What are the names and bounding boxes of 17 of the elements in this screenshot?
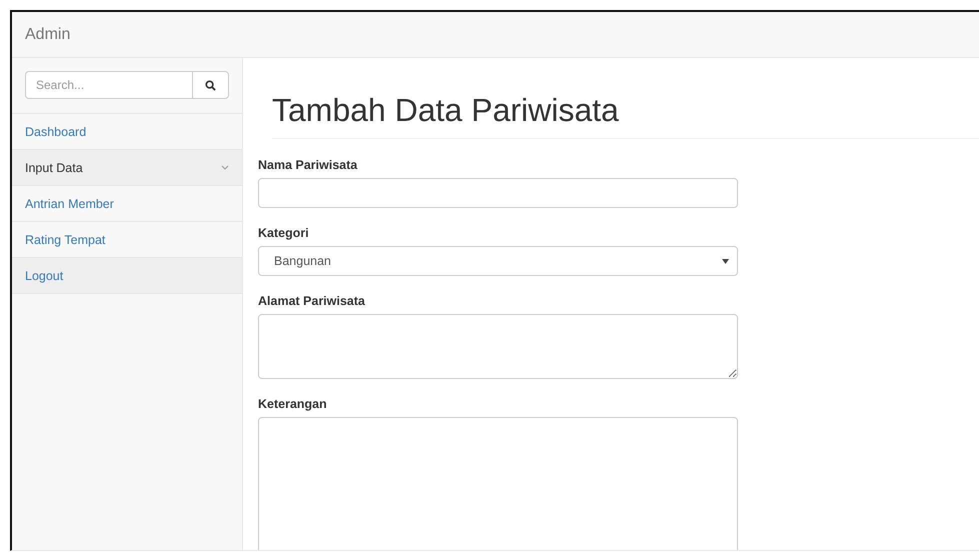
search-icon [205, 80, 216, 90]
sidebar-item[interactable]: Logout [12, 258, 242, 294]
search-button[interactable] [193, 71, 229, 99]
input-field[interactable] [258, 178, 738, 208]
select-field[interactable]: Bangunan [258, 246, 738, 276]
textarea-field[interactable] [258, 417, 738, 550]
sidebar-item[interactable]: Antrian Member [12, 186, 242, 222]
field-label: Alamat Pariwisata [258, 294, 366, 308]
dropdown-arrow-icon [722, 258, 729, 264]
field-label: Nama Pariwisata [258, 158, 358, 172]
search-field[interactable]: Search... [25, 71, 193, 99]
page-title: Tambah Data Pariwisata [272, 92, 979, 139]
textarea-field[interactable] [258, 314, 738, 379]
sidebar-item[interactable]: Input Data [12, 150, 242, 186]
field-label: Kategori [258, 226, 310, 240]
brand-link[interactable]: Admin [25, 26, 70, 44]
field-label: Keterangan [258, 397, 328, 411]
